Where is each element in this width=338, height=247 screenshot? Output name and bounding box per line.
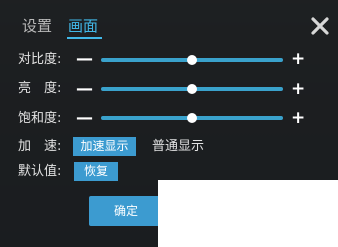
brightness-label: 亮 度: <box>18 81 62 96</box>
acceleration-label: 加 速: <box>18 139 62 154</box>
active-tab-indicator <box>67 37 102 39</box>
tab-settings[interactable]: 设置 <box>22 16 52 36</box>
contrast-slider-thumb[interactable] <box>187 55 197 65</box>
contrast-increase-button[interactable]: + <box>291 51 305 68</box>
hardware-acceleration-button[interactable]: 加速显示 <box>73 137 136 156</box>
saturation-decrease-button[interactable]: — <box>76 110 93 127</box>
contrast-label: 对比度: <box>18 52 62 67</box>
saturation-label: 饱和度: <box>18 111 62 126</box>
contrast-decrease-button[interactable]: — <box>76 51 93 68</box>
brightness-slider-thumb[interactable] <box>187 84 197 94</box>
confirm-button[interactable]: 确定 <box>89 196 163 226</box>
default-value-label: 默认值: <box>18 164 62 179</box>
contrast-slider[interactable] <box>101 55 283 65</box>
brightness-decrease-button[interactable]: — <box>76 81 93 98</box>
brightness-increase-button[interactable]: + <box>291 81 305 98</box>
blank-overlay-area <box>158 180 338 247</box>
saturation-slider[interactable] <box>101 113 283 123</box>
saturation-increase-button[interactable]: + <box>291 110 305 127</box>
normal-display-option[interactable]: 普通显示 <box>152 138 204 156</box>
brightness-slider[interactable] <box>101 84 283 94</box>
close-icon[interactable] <box>311 17 329 35</box>
tab-picture[interactable]: 画面 <box>68 16 98 36</box>
saturation-slider-thumb[interactable] <box>187 113 197 123</box>
restore-default-button[interactable]: 恢复 <box>74 162 118 181</box>
